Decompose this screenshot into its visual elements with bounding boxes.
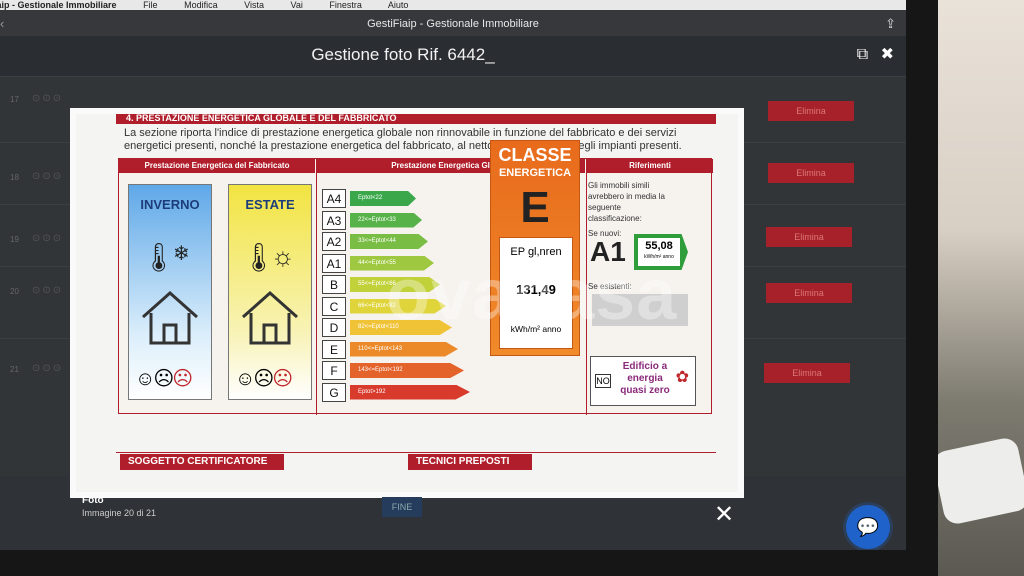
riferimenti-text: Gli immobili simili avrebbero in media l…: [588, 180, 668, 239]
estate-label: ESTATE: [245, 197, 295, 212]
energy-class-label: A2: [322, 232, 346, 251]
row-actions-icon: ⊙⊙⊙: [32, 363, 64, 374]
elimina-button[interactable]: Elimina: [768, 101, 854, 121]
photo-caption: Foto Immagine 20 di 21: [82, 495, 156, 518]
caption-title: Foto: [82, 495, 104, 506]
energy-class-label: A1: [322, 253, 346, 273]
section-heading: 4. PRESTAZIONE ENERGETICA GLOBALE E DEL …: [116, 114, 716, 124]
rating-faces-icon: ☺☹☹: [235, 368, 293, 390]
row-actions-icon: ⊙⊙⊙: [32, 233, 64, 244]
classe-title: CLASSE: [498, 145, 572, 165]
row-number: 19: [10, 235, 19, 244]
row-number: 20: [10, 287, 19, 296]
fine-button[interactable]: FINE: [382, 497, 422, 517]
window-title: GestiFiaip - Gestionale Immobiliare: [367, 18, 539, 30]
close-icon[interactable]: ✕: [714, 503, 734, 527]
row-number: 21: [10, 365, 19, 374]
inverno-label: INVERNO: [140, 197, 200, 212]
elimina-button[interactable]: Elimina: [766, 283, 852, 303]
menubar: iaip - Gestionale Immobiliare File Modif…: [0, 0, 906, 10]
energy-class-label: F: [322, 361, 346, 380]
energy-class-label: E: [322, 339, 346, 359]
house-icon: [142, 290, 198, 345]
energy-certificate-photo: 4. PRESTAZIONE ENERGETICA GLOBALE E DEL …: [70, 108, 744, 498]
estate-panel: ESTATE 🌡 ☼ ☺☹☹: [228, 184, 312, 400]
photo-viewer-header: Gestione foto Rif. 6442_ ⧉ ✖: [0, 36, 906, 76]
menu-vai[interactable]: Vai: [291, 0, 303, 10]
viewer-title: Gestione foto Rif. 6442_: [311, 45, 495, 64]
energy-class-bar: Eptot>192: [350, 384, 470, 400]
snowflake-icon: ❄: [173, 243, 190, 265]
nzeb-box: NO Edificio a energia quasi zero ✿: [590, 356, 696, 406]
footer-line: [116, 452, 716, 453]
sun-icon: ☼: [271, 241, 295, 271]
energy-class-label: A4: [322, 189, 346, 208]
energy-class-bar: 33<=Eptot<44: [350, 234, 428, 249]
col-fabbricato-header: Prestazione Energetica del Fabbricato: [119, 159, 315, 173]
soggetto-certificatore-header: SOGGETTO CERTIFICATORE: [120, 454, 284, 470]
energy-class-label: D: [322, 318, 346, 337]
elimina-button[interactable]: Elimina: [766, 227, 852, 247]
menu-file[interactable]: File: [143, 0, 158, 10]
energy-class-bar: 22<=Eptot<33: [350, 212, 422, 228]
classe-subtitle: ENERGETICA: [498, 167, 572, 179]
menu-vista[interactable]: Vista: [244, 0, 264, 10]
energy-class-bar: Eptot<22: [350, 191, 416, 206]
house-icon: [242, 290, 298, 345]
nzeb-text: Edificio a energia quasi zero: [620, 361, 670, 396]
thermometer-icon: 🌡: [141, 242, 177, 273]
inverno-panel: INVERNO 🌡 ❄ ☺☹☹: [128, 184, 212, 400]
share-icon[interactable]: ⇪: [885, 10, 896, 38]
row-number: 18: [10, 173, 19, 182]
row-actions-icon: ⊙⊙⊙: [32, 285, 64, 296]
riferimenti-desc: Gli immobili simili avrebbero in media l…: [588, 181, 665, 223]
classe-value: E: [520, 183, 550, 232]
menu-modifica[interactable]: Modifica: [184, 0, 218, 10]
energy-class-label: G: [322, 382, 346, 402]
riferimento-value: 55,08: [645, 240, 673, 252]
energy-class-bar: 110<=Eptot<143: [350, 341, 458, 357]
screen: iaip - Gestionale Immobiliare File Modif…: [0, 0, 906, 550]
col-riferimenti-header: Riferimenti: [587, 159, 713, 173]
energy-class-bar: 143<=Eptot<192: [350, 363, 464, 378]
energy-class-label: A3: [322, 210, 346, 230]
watermark: ovacasa: [386, 255, 678, 335]
restore-icon[interactable]: ⧉: [857, 46, 868, 63]
menu-aiuto[interactable]: Aiuto: [388, 0, 409, 10]
menu-finestra[interactable]: Finestra: [329, 0, 362, 10]
chat-icon[interactable]: 💬: [846, 505, 890, 549]
chevron-left-icon[interactable]: ‹: [0, 10, 4, 38]
nzeb-icon: ✿: [675, 369, 689, 386]
row-number: 17: [10, 95, 19, 104]
caption-counter: Immagine 20 di 21: [82, 508, 157, 518]
elimina-button[interactable]: Elimina: [764, 363, 850, 383]
elimina-button[interactable]: Elimina: [768, 163, 854, 183]
tecnici-preposti-header: TECNICI PREPOSTI: [408, 454, 532, 470]
row-actions-icon: ⊙⊙⊙: [32, 93, 64, 104]
window-titlebar: ‹ GestiFiaip - Gestionale Immobiliare ⇪: [0, 10, 906, 36]
section-intro: La sezione riporta l'indice di prestazio…: [124, 127, 682, 152]
rating-faces-icon: ☺☹☹: [135, 368, 193, 390]
menu-app-name[interactable]: iaip - Gestionale Immobiliare: [0, 0, 117, 10]
energy-class-label: B: [322, 275, 346, 294]
row-actions-icon: ⊙⊙⊙: [32, 171, 64, 182]
close-icon[interactable]: ✖: [881, 46, 894, 63]
nzeb-no: NO: [595, 374, 611, 388]
energy-class-label: C: [322, 296, 346, 316]
